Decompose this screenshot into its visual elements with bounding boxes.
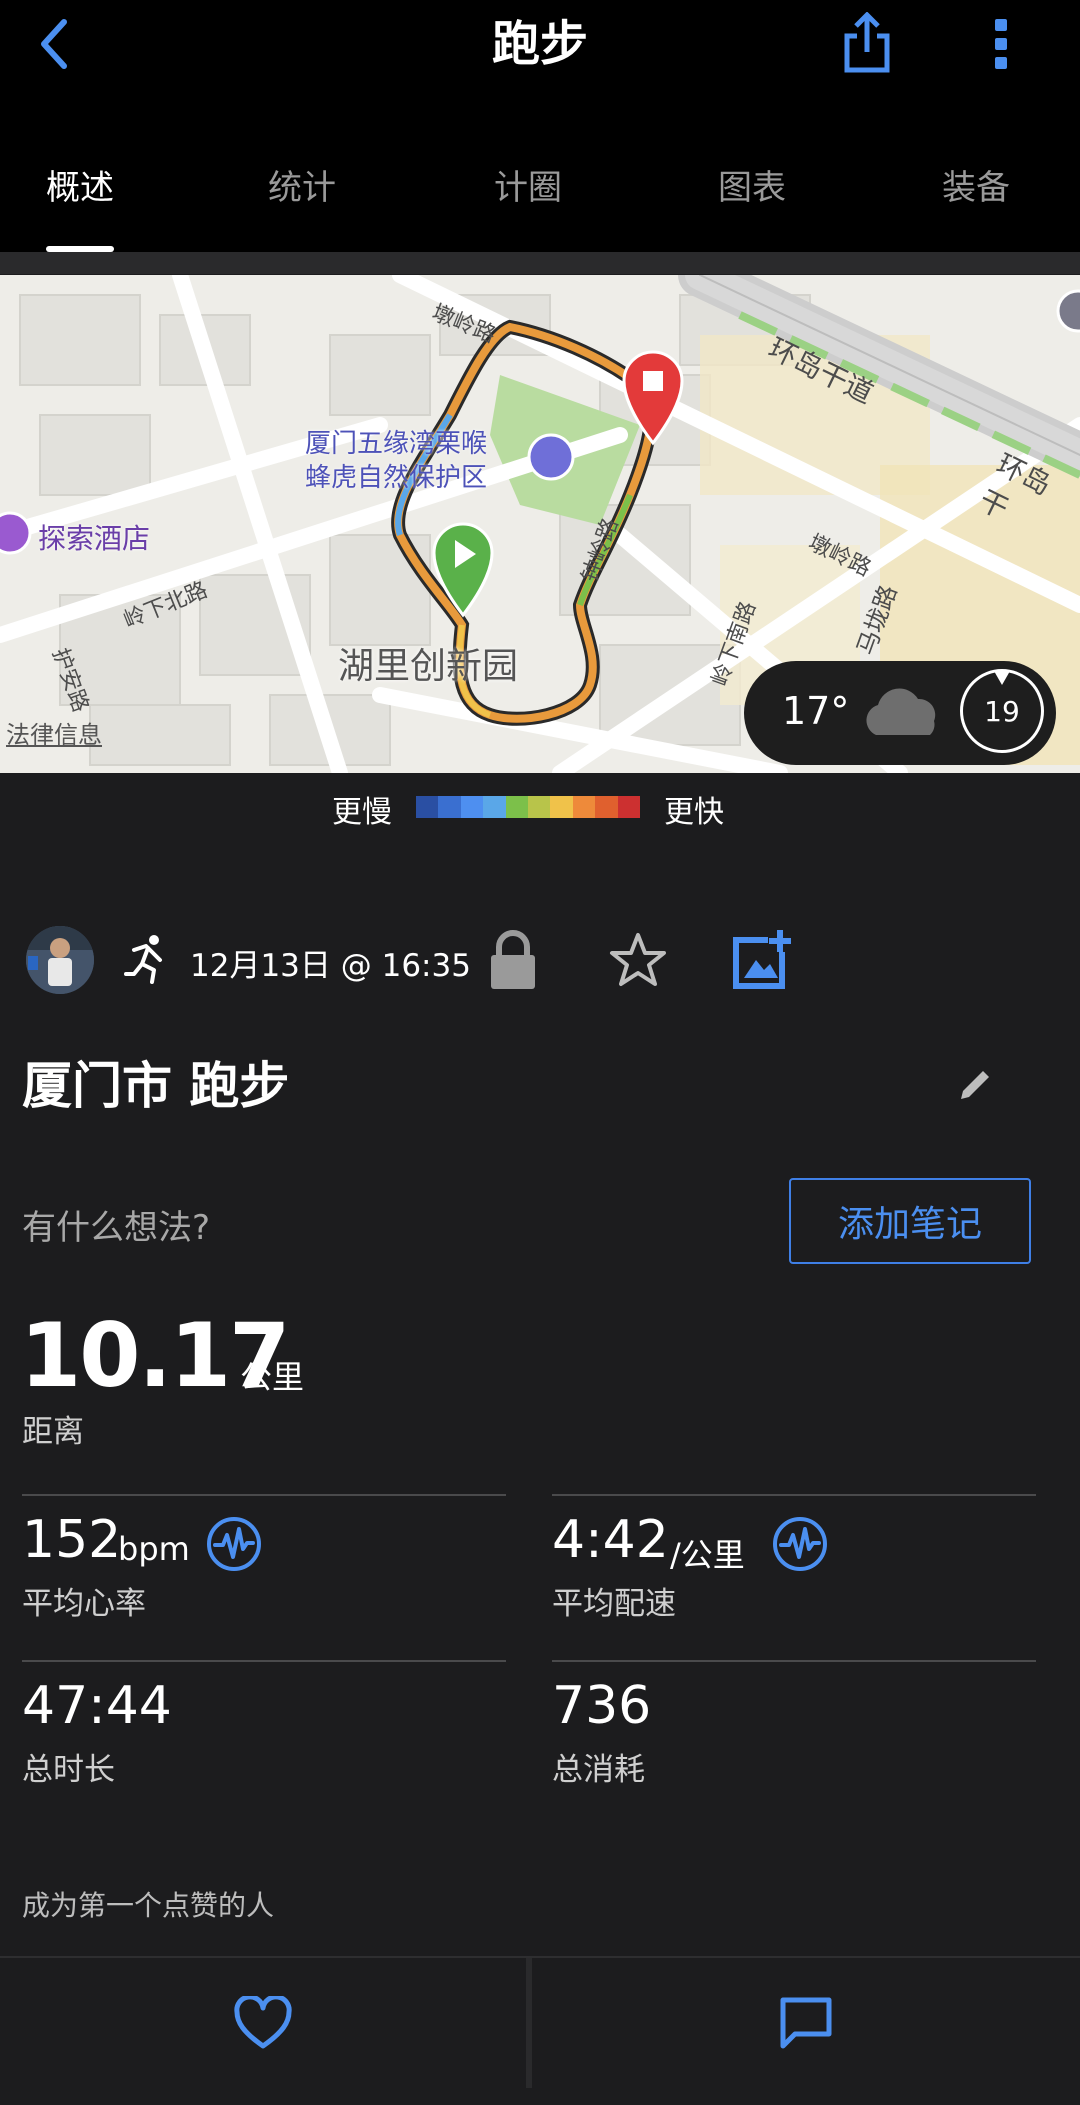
duration-label: 总时长: [22, 1752, 115, 1788]
legend-fast-label: 更快: [664, 795, 724, 830]
hotel-poi-icon: [0, 511, 32, 555]
cloud-icon: [866, 688, 936, 735]
activity-meta-row: 12月13日 @ 16:35: [0, 920, 1080, 1008]
running-icon: [124, 935, 162, 984]
likes-prompt[interactable]: 成为第一个点赞的人: [22, 1884, 274, 1924]
distance-label: 距离: [22, 1414, 84, 1450]
divider: [552, 1494, 1036, 1496]
legend-color-swatch: [438, 796, 461, 818]
weather-badge: 17° 19: [744, 661, 1056, 765]
edit-title-button[interactable]: [950, 1060, 1000, 1110]
wind-speed: 19: [984, 694, 1020, 728]
pace-zone-button[interactable]: [770, 1514, 830, 1574]
user-avatar-image: [26, 926, 94, 994]
legend-color-swatch: [483, 796, 506, 818]
legend-color-swatch: [416, 796, 439, 818]
more-vertical-icon: [995, 19, 1007, 69]
duration-value: 47:44: [22, 1676, 172, 1736]
legend-slow-label: 更慢: [332, 795, 392, 830]
divider: [22, 1660, 506, 1662]
pulse-icon: [207, 1517, 261, 1571]
calories-label: 总消耗: [552, 1752, 645, 1788]
legend-color-swatch: [595, 796, 618, 818]
divider: [22, 1494, 506, 1496]
distance-unit: 公里: [240, 1358, 305, 1396]
separator: [0, 252, 1080, 274]
tab-bar: 概述 统计 计圈 图表 装备: [0, 120, 1080, 252]
pencil-icon: [961, 1071, 989, 1099]
top-bar: 跑步: [0, 0, 1080, 120]
weather-temperature: 17°: [782, 689, 850, 733]
map-label-park-line2: 蜂虎自然保护区: [305, 463, 488, 493]
avg-pace-unit: /公里: [670, 1536, 745, 1574]
activity-datetime: 12月13日 @ 16:35: [190, 948, 471, 984]
map-label-hotel: 探索酒店: [38, 522, 151, 555]
pulse-icon: [773, 1517, 827, 1571]
star-icon: [610, 933, 666, 986]
bottom-action-bar: [0, 1956, 1080, 2088]
share-button[interactable]: [832, 8, 902, 80]
legend-color-swatch: [617, 796, 641, 818]
legal-info-link[interactable]: 法律信息: [6, 715, 102, 750]
add-note-button[interactable]: 添加笔记: [789, 1178, 1031, 1264]
like-button[interactable]: [0, 1958, 526, 2088]
legend-color-swatch: [460, 796, 484, 818]
add-photo-button[interactable]: [728, 922, 798, 994]
map-label-park-line1: 厦门五缘湾栗喉: [305, 429, 488, 459]
heart-rate-zone-button[interactable]: [204, 1514, 264, 1574]
lock-icon: [491, 930, 535, 989]
wind-direction-icon: [994, 671, 1010, 685]
favorite-button[interactable]: [604, 926, 672, 994]
avg-heart-rate-unit: bpm: [118, 1530, 190, 1568]
heart-icon: [234, 1996, 292, 2049]
calories-value: 736: [552, 1676, 652, 1736]
map-label-area: 湖里创新园: [338, 646, 519, 687]
tab-overview[interactable]: 概述: [0, 160, 170, 209]
avg-heart-rate-value: 152: [22, 1510, 122, 1570]
park-poi-icon: [527, 433, 575, 481]
divider: [552, 1660, 1036, 1662]
privacy-button[interactable]: [486, 924, 540, 996]
tab-charts[interactable]: 图表: [662, 160, 842, 209]
comment-icon: [780, 1997, 832, 2049]
activity-title: 厦门市 跑步: [22, 1057, 290, 1115]
avatar[interactable]: [26, 926, 94, 994]
pace-legend: 更慢 更快: [0, 773, 1080, 843]
share-icon: [844, 12, 890, 73]
legend-color-swatch: [550, 796, 573, 818]
page-title: 跑步: [491, 16, 588, 72]
legend-color-swatch: [505, 796, 529, 818]
thoughts-prompt: 有什么想法?: [22, 1208, 211, 1248]
tab-gear[interactable]: 装备: [886, 160, 1066, 209]
tab-laps[interactable]: 计圈: [438, 160, 618, 209]
avg-pace-value: 4:42: [552, 1510, 669, 1570]
avg-pace-label: 平均配速: [552, 1586, 676, 1622]
avg-heart-rate-label: 平均心率: [22, 1586, 146, 1622]
route-map[interactable]: 厦门五缘湾栗喉 蜂虎自然保护区 探索酒店 湖里创新园 环岛干道 环岛干 墩岭路 …: [0, 275, 1080, 773]
tab-stats[interactable]: 统计: [212, 160, 392, 209]
legend-color-swatch: [572, 796, 596, 818]
more-button[interactable]: [976, 12, 1026, 76]
add-photo-icon: [733, 930, 794, 989]
legend-color-bar: [416, 796, 641, 818]
legend-color-swatch: [528, 796, 551, 818]
comment-button[interactable]: [532, 1958, 1080, 2088]
